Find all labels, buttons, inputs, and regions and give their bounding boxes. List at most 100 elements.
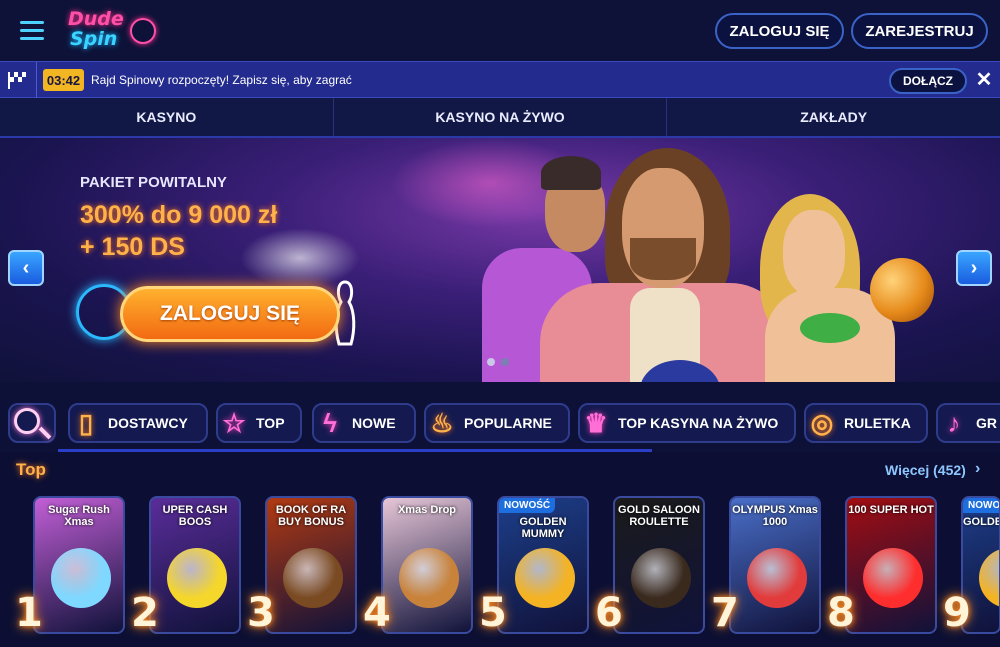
category-scroll-indicator [58,449,652,452]
game-tile[interactable]: GOLD SALOON ROULETTE [613,496,705,634]
tab-casino[interactable]: KASYNO [0,98,334,136]
category-label: POPULARNE [464,415,552,431]
category-bar: ▯ DOSTAWCY ☆ TOP ϟ NOWE ♨ POPULARNE ♛ TO… [0,382,1000,452]
new-badge: NOWOŚĆ [963,498,999,513]
promo-headline-extra: + 150 DS [80,233,185,261]
game-title: Xmas Drop [397,504,457,516]
game-title: UPER CASH BOOS [162,504,228,528]
book-icon: ▯ [78,407,94,438]
logo-text-bottom: Spin [70,28,118,50]
category-top-live-casino[interactable]: ♛ TOP KASYNA NA ŻYWO [578,403,796,443]
category-new[interactable]: ϟ NOWE [312,403,416,443]
promo-headline: 300% do 9 000 zł [80,201,278,229]
rank-number: 8 [827,590,855,636]
category-game-shows[interactable]: ♪ GR [936,403,1000,443]
game-title: GOLDEN MUMMY [519,516,567,540]
rank-number: 7 [711,590,739,636]
bowling-ball-logo-icon [130,18,156,44]
character-illustration [783,210,845,296]
game-artwork [863,548,923,608]
game-tile[interactable]: Xmas Drop [381,496,473,634]
game-artwork [631,548,691,608]
character-illustration [541,156,601,190]
banner-login-button[interactable]: ZALOGUJ SIĘ [120,286,340,342]
logo-text-top: Dude [68,8,124,30]
flame-icon: ♨ [430,407,454,438]
game-artwork [515,548,575,608]
category-label: TOP [256,415,285,431]
game-artwork [51,548,111,608]
microphone-icon: ♪ [947,407,961,438]
category-roulette[interactable]: ◎ RULETKA [804,403,928,443]
game-title: Sugar Rush Xmas [48,504,110,528]
top-header: Dude Spin ZALOGUJ SIĘ ZAREJESTRUJ [0,0,1000,61]
section-title: Top [16,460,46,479]
game-tile[interactable]: Sugar Rush Xmas [33,496,125,634]
game-title: GOLD SALOON ROULETTE [618,504,700,528]
tab-live-casino[interactable]: KASYNO NA ŻYWO [334,98,668,136]
category-providers[interactable]: ▯ DOSTAWCY [68,403,208,443]
tournament-message: Rajd Spinowy rozpoczęty! Zapisz się, aby… [91,73,352,87]
game-tile[interactable]: OLYMPUS Xmas 1000 [729,496,821,634]
game-title: BOOK OF RA BUY BONUS [275,504,347,528]
crown-icon: ♛ [584,407,608,438]
tab-sports-betting[interactable]: ZAKŁADY [667,98,1000,136]
category-label: TOP KASYNA NA ŻYWO [618,415,779,431]
star-icon: ☆ [222,407,246,438]
logo[interactable]: Dude Spin [64,6,164,54]
game-tile[interactable]: 100 SUPER HOT [845,496,937,634]
search-icon-handle [38,426,52,440]
rank-number: 5 [479,590,507,636]
character-illustration [630,238,696,280]
search-button[interactable] [8,403,56,443]
checkered-flag-icon [8,72,26,89]
register-button[interactable]: ZAREJESTRUJ [851,13,988,49]
join-button[interactable]: DOŁĄCZ [889,68,967,94]
carousel-dot[interactable] [487,358,495,366]
tournament-bar: 03:42 Rajd Spinowy rozpoczęty! Zapisz si… [0,61,1000,99]
promo-subtitle: PAKIET POWITALNY [80,174,227,191]
close-icon[interactable]: ✕ [974,70,994,90]
promo-banner[interactable]: PAKIET POWITALNY 300% do 9 000 zł + 150 … [0,138,1000,382]
game-title: GOLDEN [963,516,999,528]
rank-number: 4 [363,590,391,636]
rank-number: 2 [131,590,159,636]
game-tile[interactable]: UPER CASH BOOS [149,496,241,634]
rank-number: 9 [943,590,971,636]
game-artwork [399,548,459,608]
rank-number: 1 [15,590,43,636]
main-nav: KASYNO KASYNO NA ŻYWO ZAKŁADY [0,98,1000,138]
carousel-prev-button[interactable]: ‹ [8,250,44,286]
roulette-icon: ◎ [810,407,834,438]
login-button[interactable]: ZALOGUJ SIĘ [715,13,844,49]
rank-number: 6 [595,590,623,636]
rank-number: 3 [247,590,275,636]
see-more-link[interactable]: Więcej (452) [885,462,966,478]
new-badge: NOWOŚĆ [499,498,556,513]
category-label: DOSTAWCY [108,415,188,431]
game-artwork [747,548,807,608]
category-top[interactable]: ☆ TOP [216,403,302,443]
top-games-row: Sugar Rush Xmas 1 UPER CASH BOOS 2 BOOK OF R… [0,496,1000,647]
countdown-timer: 03:42 [43,69,84,91]
search-icon [14,408,40,434]
carousel-dots [487,358,509,366]
bowling-ball-illustration [870,258,934,322]
game-tile[interactable]: GOLDEN MUMMY NOWOŚĆ [497,496,589,634]
game-artwork [283,548,343,608]
game-title: 100 SUPER HOT [848,504,934,516]
game-artwork [979,548,999,608]
category-popular[interactable]: ♨ POPULARNE [424,403,570,443]
game-tile[interactable]: BOOK OF RA BUY BONUS [265,496,357,634]
carousel-dot[interactable] [501,358,509,366]
category-label: NOWE [352,415,396,431]
divider [36,62,37,99]
category-label: GR [976,415,997,431]
category-label: RULETKA [844,415,911,431]
carousel-next-button[interactable]: › [956,250,992,286]
lightning-icon: ϟ [323,407,337,438]
chevron-right-icon[interactable]: › [975,460,980,478]
game-title: OLYMPUS Xmas 1000 [732,504,818,528]
game-artwork [167,548,227,608]
menu-icon[interactable] [20,21,44,41]
